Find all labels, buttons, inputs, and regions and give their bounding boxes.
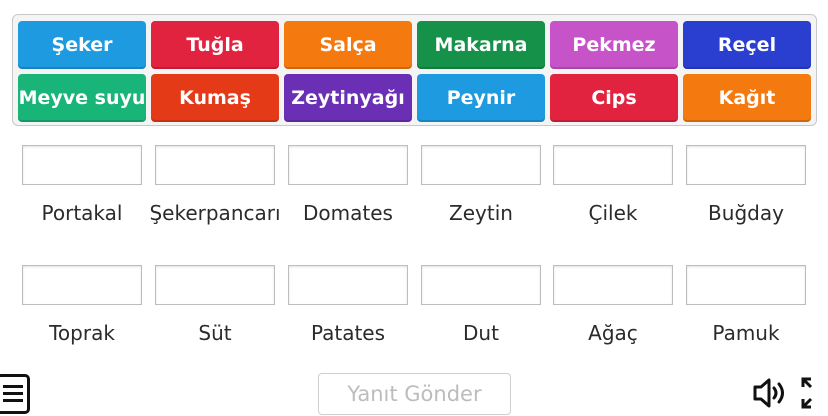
- drop-target-label: Dut: [463, 321, 499, 345]
- drop-slot[interactable]: [421, 145, 541, 185]
- drop-slot[interactable]: [155, 265, 275, 305]
- submit-answer-button[interactable]: Yanıt Gönder: [318, 373, 511, 415]
- drop-target-label: Zeytin: [449, 201, 513, 225]
- drop-target: Şekerpancarı: [149, 145, 281, 225]
- drop-slot[interactable]: [22, 145, 142, 185]
- bottom-toolbar: Yanıt Gönder: [0, 368, 828, 416]
- drop-slot[interactable]: [22, 265, 142, 305]
- drop-slot[interactable]: [686, 145, 806, 185]
- drop-target-label: Domates: [303, 201, 393, 225]
- drop-target: Dut: [421, 265, 541, 345]
- drop-target: Buğday: [686, 145, 806, 225]
- drop-slot[interactable]: [288, 265, 408, 305]
- drop-slot[interactable]: [421, 265, 541, 305]
- drop-slot[interactable]: [155, 145, 275, 185]
- drop-target: Çilek: [553, 145, 673, 225]
- drop-target-label: Şekerpancarı: [149, 201, 281, 225]
- drop-target-label: Çilek: [588, 201, 638, 225]
- drop-slot[interactable]: [553, 265, 673, 305]
- drop-target-label: Süt: [198, 321, 232, 345]
- drop-target-label: Patates: [310, 321, 386, 345]
- drop-target: Domates: [288, 145, 408, 225]
- hamburger-menu-icon[interactable]: [0, 374, 30, 414]
- drop-target: Patates: [288, 265, 408, 345]
- drop-target-label: Pamuk: [712, 321, 780, 345]
- drop-slot[interactable]: [288, 145, 408, 185]
- drop-target-label: Buğday: [708, 201, 784, 225]
- drop-target: Toprak: [22, 265, 142, 345]
- drop-slot[interactable]: [686, 265, 806, 305]
- drop-target: Ağaç: [553, 265, 673, 345]
- drop-target: Pamuk: [686, 265, 806, 345]
- drop-target: Zeytin: [421, 145, 541, 225]
- drop-target: Süt: [155, 265, 275, 345]
- drop-targets: Portakal Şekerpancarı Domates Zeytin Çil…: [0, 0, 828, 360]
- drop-target-label: Portakal: [41, 201, 123, 225]
- speaker-icon[interactable]: [750, 376, 790, 410]
- drop-target-label: Toprak: [49, 321, 115, 345]
- drop-slot[interactable]: [553, 145, 673, 185]
- drop-target-label: Ağaç: [588, 321, 638, 345]
- fullscreen-icon[interactable]: [800, 376, 828, 410]
- drop-target: Portakal: [22, 145, 142, 225]
